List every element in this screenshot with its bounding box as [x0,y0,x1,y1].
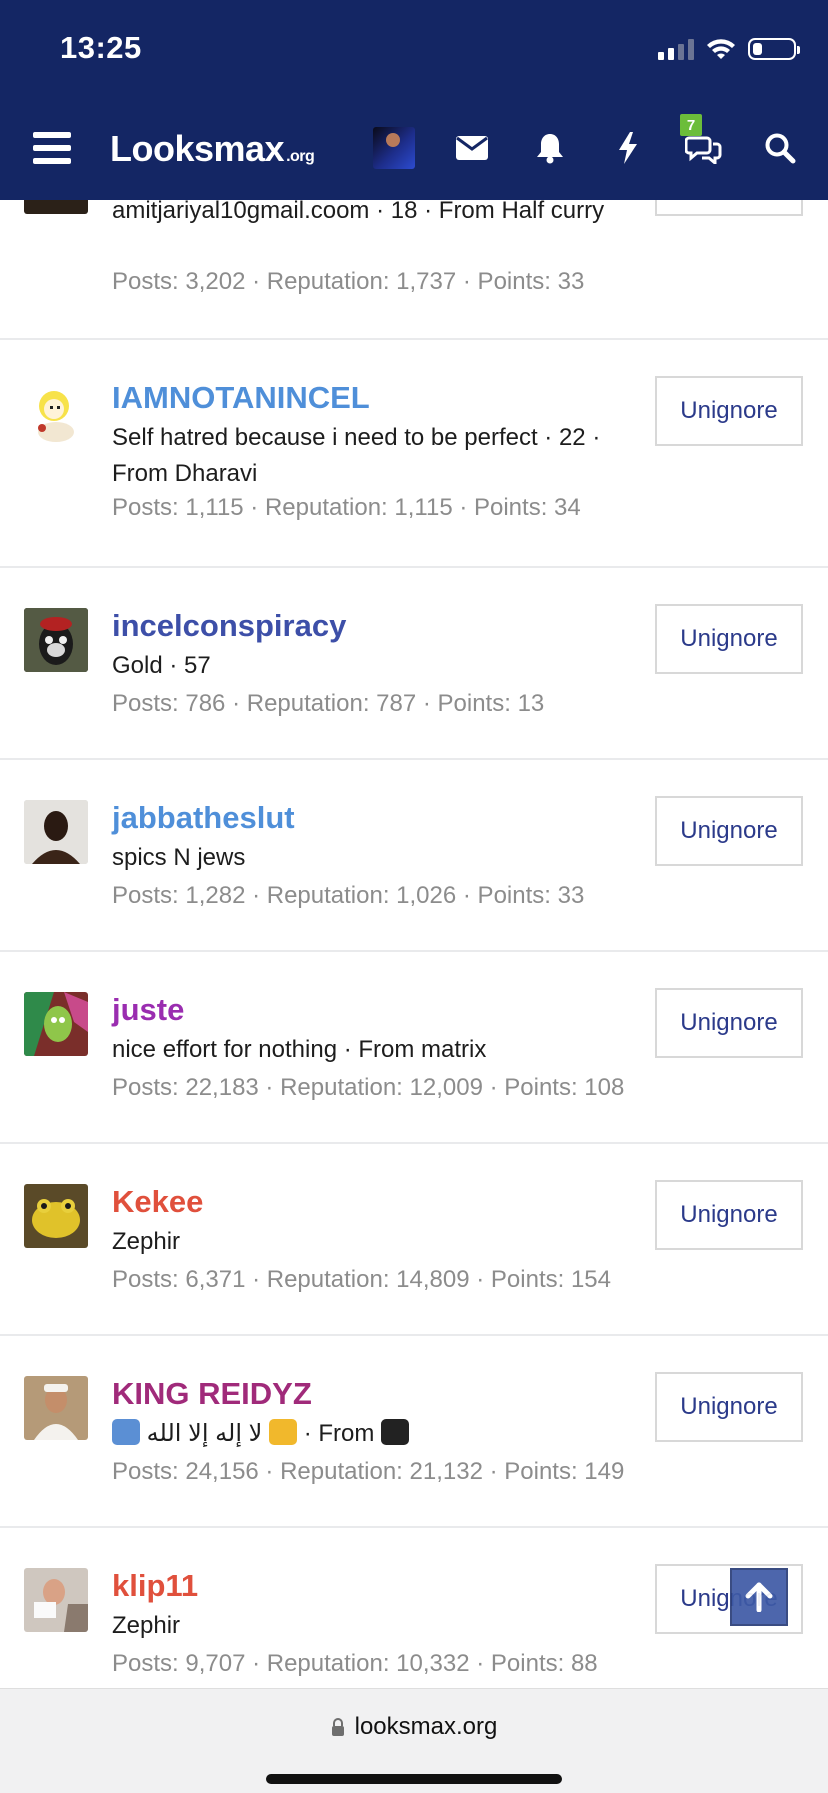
avatar [24,800,88,864]
list-item: amitjariyal10gmail.coom · 18 · From Half… [0,180,828,340]
conversations-badge: 7 [680,114,702,136]
member-username[interactable]: klip11 [112,1568,198,1604]
alerts-button[interactable] [530,118,570,178]
browser-address-bar: looksmax.org [0,1688,828,1793]
member-username[interactable]: incelconspiracy [112,608,346,644]
member-stats: Posts: 786 · Reputation: 787 · Points: 1… [112,690,545,717]
status-icons [658,36,800,62]
list-item: incelconspiracy Gold · 57 Posts: 786 · R… [0,568,828,760]
battery-icon [748,38,800,60]
url-text: looksmax.org [354,1713,498,1740]
avatar [24,1184,88,1248]
scroll-to-top-button[interactable] [730,1568,788,1626]
member-title: spics N jews [112,844,246,871]
inbox-button[interactable] [452,118,492,178]
list-item: IAMNOTANINCEL Self hatred because i need… [0,340,828,568]
unignore-button[interactable]: Unignore [655,1180,803,1250]
praying-emoji-icon [112,1419,140,1445]
unignore-button[interactable]: Unignore [655,1372,803,1442]
menu-icon [33,132,71,164]
top-bar: 13:25 Looksmax .org 7 [0,0,828,200]
member-title-text: لا إله إلا الله [146,1420,263,1447]
member-title: لا إله إلا الله · From [112,1416,632,1452]
avatar [24,1376,88,1440]
member-title: Zephir [112,1228,181,1255]
avatar [24,992,88,1056]
member-stats: Posts: 9,707 · Reputation: 10,332 · Poin… [112,1650,598,1677]
conversations-icon [685,136,722,164]
list-item: Kekee Zephir Posts: 6,371 · Reputation: … [0,1144,828,1336]
member-stats: Posts: 1,115 · Reputation: 1,115 · Point… [112,494,581,521]
nav-bar: Looksmax .org 7 [0,114,828,178]
member-title: Zephir [112,1612,181,1639]
member-username[interactable]: jabbatheslut [112,800,295,836]
arrow-up-icon [745,1582,773,1612]
member-title: Gold · 57 [112,652,211,679]
member-stats: Posts: 3,202 · Reputation: 1,737 · Point… [112,268,585,295]
avatar [373,127,415,169]
logo-main: Looksmax [110,128,285,169]
bell-icon [537,134,563,164]
user-avatar-button[interactable] [372,118,416,178]
member-stats: Posts: 6,371 · Reputation: 14,809 · Poin… [112,1266,611,1293]
list-item: KING REIDYZ لا إله إلا الله · From Posts… [0,1336,828,1528]
search-icon [765,133,796,164]
whats-new-button[interactable] [608,118,648,178]
unignore-button[interactable]: Unignore [655,376,803,446]
list-item: juste nice effort for nothing · From mat… [0,952,828,1144]
member-username[interactable]: KING REIDYZ [112,1376,312,1412]
member-username[interactable]: IAMNOTANINCEL [112,380,370,416]
member-stats: Posts: 24,156 · Reputation: 21,132 · Poi… [112,1458,625,1485]
ignored-members-list: amitjariyal10gmail.coom · 18 · From Half… [0,180,828,1688]
lock-icon [331,1718,344,1736]
member-username[interactable]: juste [112,992,184,1028]
kaaba-emoji-icon [381,1419,410,1445]
list-item: jabbatheslut spics N jews Posts: 1,282 ·… [0,760,828,952]
member-stats: Posts: 22,183 · Reputation: 12,009 · Poi… [112,1074,625,1101]
home-indicator[interactable] [266,1774,562,1784]
member-username[interactable]: Kekee [112,1184,203,1220]
lightning-icon [619,132,637,164]
search-button[interactable] [760,118,800,178]
cell-signal-icon [658,38,694,60]
unignore-button[interactable]: Unignore [655,988,803,1058]
avatar [24,1568,88,1632]
site-logo[interactable]: Looksmax .org [110,128,315,170]
member-title-from: · From [303,1420,375,1447]
mail-icon [456,136,488,160]
logo-suffix: .org [286,148,315,165]
member-title: nice effort for nothing · From matrix [112,1036,487,1063]
member-stats: Posts: 1,282 · Reputation: 1,026 · Point… [112,882,585,909]
url-field[interactable]: looksmax.org [0,1713,828,1741]
unignore-button[interactable]: Unignore [655,796,803,866]
unignore-button[interactable]: Unignore [655,604,803,674]
status-time: 13:25 [60,30,142,65]
avatar [24,382,88,446]
member-title: Self hatred because i need to be perfect… [112,424,601,487]
menu-button[interactable] [30,118,74,178]
wifi-icon [707,39,735,59]
list-item: klip11 Zephir Posts: 9,707 · Reputation:… [0,1528,828,1688]
avatar [24,608,88,672]
crown-emoji-icon [269,1419,298,1445]
